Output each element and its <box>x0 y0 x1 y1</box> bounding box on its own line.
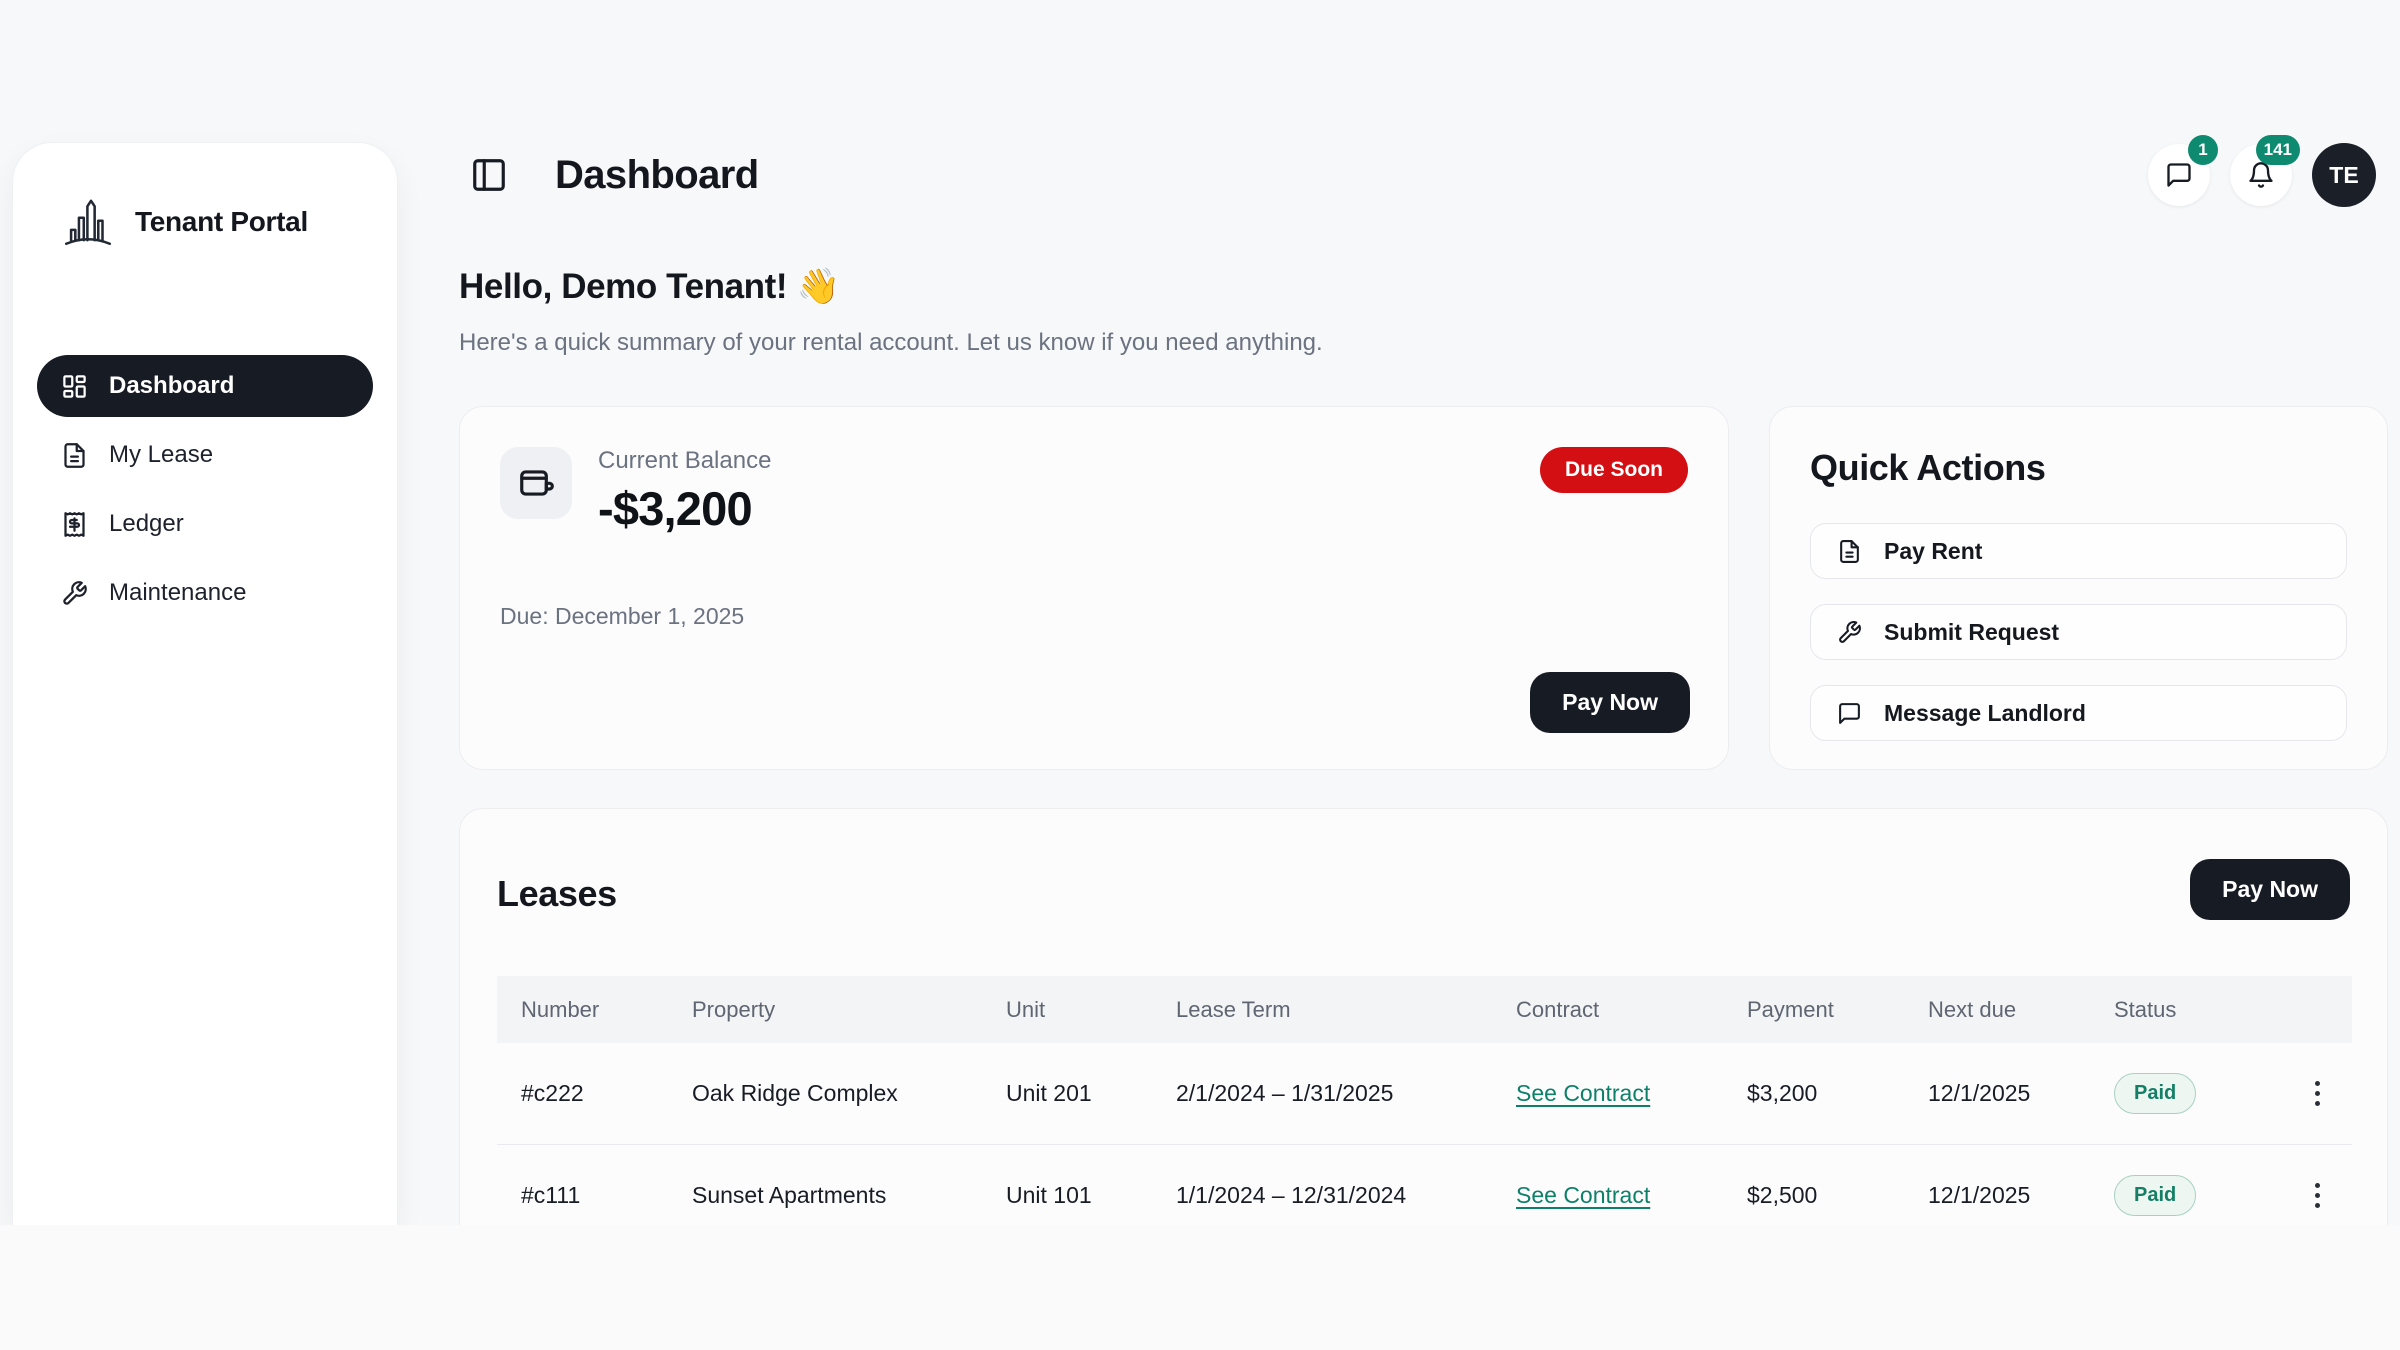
column-header: Payment <box>1747 997 1928 1023</box>
wrench-icon <box>61 580 88 607</box>
balance-head: Current Balance -$3,200 Due Soon <box>500 447 1688 536</box>
message-landlord-button[interactable]: Message Landlord <box>1810 685 2347 741</box>
lease-term: 2/1/2024 – 1/31/2025 <box>1176 1080 1516 1107</box>
action-label: Submit Request <box>1884 619 2059 646</box>
page-title: Dashboard <box>555 153 759 198</box>
quick-actions-card: Quick Actions Pay Rent <box>1769 406 2388 770</box>
messages-badge: 1 <box>2188 135 2218 165</box>
sidebar-item-label: Dashboard <box>109 372 234 400</box>
due-soon-badge: Due Soon <box>1540 447 1688 493</box>
pay-now-button[interactable]: Pay Now <box>1530 672 1690 733</box>
sidebar-item-label: Ledger <box>109 510 184 538</box>
topbar-actions: 1 141 TE <box>2148 143 2388 207</box>
wallet-icon <box>500 447 572 519</box>
lease-term: 1/1/2024 – 12/31/2024 <box>1176 1182 1516 1209</box>
notifications-badge: 141 <box>2256 135 2300 165</box>
message-square-icon <box>2165 161 2193 189</box>
lease-payment: $2,500 <box>1747 1182 1928 1209</box>
notifications-button[interactable]: 141 <box>2230 144 2292 206</box>
sidebar-item-dashboard[interactable]: Dashboard <box>37 355 373 417</box>
row-menu-button[interactable] <box>2302 1183 2332 1208</box>
column-header: Unit <box>1006 997 1176 1023</box>
sidebar-item-label: My Lease <box>109 441 213 469</box>
messages-button[interactable]: 1 <box>2148 144 2210 206</box>
message-square-icon <box>1837 701 1862 726</box>
receipt-icon <box>61 511 88 538</box>
column-header: Contract <box>1516 997 1747 1023</box>
greeting: Hello, Demo Tenant! 👋 Here's a quick sum… <box>459 266 1323 357</box>
lease-number: #c111 <box>521 1182 692 1209</box>
table-row: #c222 Oak Ridge Complex Unit 201 2/1/202… <box>497 1043 2352 1144</box>
lease-unit: Unit 101 <box>1006 1182 1176 1209</box>
lease-unit: Unit 201 <box>1006 1080 1176 1107</box>
due-date: Due: December 1, 2025 <box>500 603 744 630</box>
submit-request-button[interactable]: Submit Request <box>1810 604 2347 660</box>
lease-next-due: 12/1/2025 <box>1928 1182 2114 1209</box>
table-header-row: Number Property Unit Lease Term Contract… <box>497 976 2352 1043</box>
status-badge: Paid <box>2114 1073 2196 1114</box>
leases-card: Leases Pay Now Number Property Unit Leas… <box>459 808 2388 1225</box>
balance-amount: -$3,200 <box>598 481 771 536</box>
wrench-icon <box>1837 620 1862 645</box>
column-header: Lease Term <box>1176 997 1516 1023</box>
panel-left-icon[interactable] <box>470 156 508 194</box>
main-content: Dashboard 1 141 <box>459 0 2388 1225</box>
brand-name: Tenant Portal <box>135 206 308 238</box>
action-label: Pay Rent <box>1884 538 1982 565</box>
buildings-logo-icon <box>59 193 117 251</box>
brand: Tenant Portal <box>59 193 397 251</box>
greeting-title: Hello, Demo Tenant! 👋 <box>459 266 1323 307</box>
leases-pay-now-button[interactable]: Pay Now <box>2190 859 2350 920</box>
lease-payment: $3,200 <box>1747 1080 1928 1107</box>
sidebar: Tenant Portal Dashboard <box>12 142 398 1225</box>
column-header: Status <box>2114 997 2302 1023</box>
sidebar-item-my-lease[interactable]: My Lease <box>37 424 373 486</box>
avatar[interactable]: TE <box>2312 143 2376 207</box>
column-header: Property <box>692 997 1006 1023</box>
sidebar-nav: Dashboard My Lease Ledge <box>37 355 373 624</box>
action-label: Message Landlord <box>1884 700 2086 727</box>
status-badge: Paid <box>2114 1175 2196 1216</box>
table-row: #c111 Sunset Apartments Unit 101 1/1/202… <box>497 1144 2352 1225</box>
sidebar-item-maintenance[interactable]: Maintenance <box>37 562 373 624</box>
file-text-icon <box>61 442 88 469</box>
lease-number: #c222 <box>521 1080 692 1107</box>
topbar: Dashboard 1 141 <box>459 138 2388 212</box>
sidebar-item-ledger[interactable]: Ledger <box>37 493 373 555</box>
quick-actions-title: Quick Actions <box>1810 447 2347 489</box>
column-header: Number <box>521 997 692 1023</box>
balance-label: Current Balance <box>598 447 771 475</box>
see-contract-link[interactable]: See Contract <box>1516 1182 1650 1208</box>
leases-table: Number Property Unit Lease Term Contract… <box>497 976 2352 1225</box>
lease-property: Oak Ridge Complex <box>692 1080 1006 1107</box>
leases-head: Leases Pay Now <box>497 849 2350 920</box>
quick-actions-list: Pay Rent Submit Request <box>1810 523 2347 741</box>
lease-next-due: 12/1/2025 <box>1928 1080 2114 1107</box>
leases-title: Leases <box>497 873 617 915</box>
balance-card: Current Balance -$3,200 Due Soon Due: De… <box>459 406 1729 770</box>
pay-rent-button[interactable]: Pay Rent <box>1810 523 2347 579</box>
app-viewport: Tenant Portal Dashboard <box>0 0 2400 1225</box>
wave-emoji: 👋 <box>797 267 840 306</box>
row-menu-button[interactable] <box>2302 1081 2332 1106</box>
bell-icon <box>2247 161 2275 189</box>
greeting-subtitle: Here's a quick summary of your rental ac… <box>459 329 1323 357</box>
column-header: Next due <box>1928 997 2114 1023</box>
see-contract-link[interactable]: See Contract <box>1516 1080 1650 1106</box>
layout-dashboard-icon <box>61 373 88 400</box>
balance-text: Current Balance -$3,200 <box>598 447 771 536</box>
sidebar-item-label: Maintenance <box>109 579 246 607</box>
lease-property: Sunset Apartments <box>692 1182 1006 1209</box>
file-text-icon <box>1837 539 1862 564</box>
summary-cards-row: Current Balance -$3,200 Due Soon Due: De… <box>459 406 2388 770</box>
